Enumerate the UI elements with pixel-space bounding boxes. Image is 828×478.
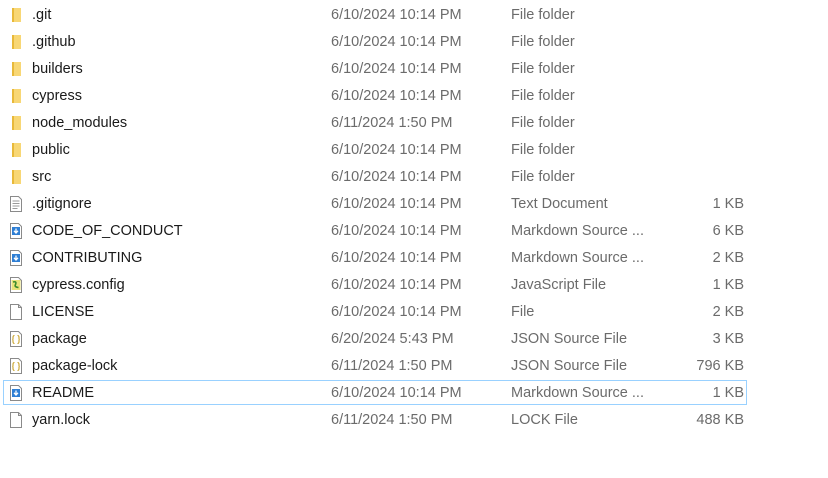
markdown-file-icon	[8, 249, 24, 267]
file-row[interactable]: .gitignore 6/10/2024 10:14 PM Text Documen…	[0, 191, 828, 218]
file-type: File	[511, 304, 535, 320]
folder-icon	[8, 87, 24, 105]
file-row[interactable]: cypress.config 6/10/2024 10:14 PM JavaScri…	[0, 272, 828, 299]
file-type: JSON Source File	[511, 358, 628, 374]
folder-icon	[8, 114, 24, 132]
file-date-modified: 6/10/2024 10:14 PM	[331, 7, 462, 23]
file-size	[660, 164, 744, 191]
file-size: 2 KB	[712, 304, 744, 320]
file-list: .git 6/10/2024 10:14 PM File folder .github…	[0, 2, 828, 434]
file-name: .gitignore	[32, 196, 92, 212]
file-row[interactable]: builders 6/10/2024 10:14 PM File folder	[0, 56, 828, 83]
file-name: CONTRIBUTING	[32, 250, 143, 266]
file-row[interactable]: .git 6/10/2024 10:14 PM File folder	[0, 2, 828, 29]
file-type: File folder	[511, 142, 575, 158]
file-date-modified: 6/10/2024 10:14 PM	[331, 277, 462, 293]
file-size: 3 KB	[712, 331, 744, 347]
file-type: File folder	[511, 34, 575, 50]
file-type: Markdown Source ...	[511, 250, 644, 266]
markdown-file-icon	[8, 384, 24, 402]
file-type: LOCK File	[511, 412, 578, 428]
file-row[interactable]: cypress 6/10/2024 10:14 PM File folder	[0, 83, 828, 110]
json-file-icon	[8, 357, 24, 375]
file-size	[660, 29, 744, 56]
file-size: 6 KB	[712, 223, 744, 239]
file-name: package	[32, 331, 87, 347]
file-size: 796 KB	[696, 358, 744, 374]
folder-icon	[8, 33, 24, 51]
file-row[interactable]: src 6/10/2024 10:14 PM File folder	[0, 164, 828, 191]
file-size	[660, 110, 744, 137]
folder-icon	[8, 141, 24, 159]
file-name: builders	[32, 61, 83, 77]
file-name: .git	[32, 7, 52, 23]
file-size: 1 KB	[712, 277, 744, 293]
file-type: Markdown Source ...	[511, 223, 644, 239]
file-name: LICENSE	[32, 304, 95, 320]
file-date-modified: 6/10/2024 10:14 PM	[331, 34, 462, 50]
file-size	[660, 56, 744, 83]
file-name: README	[32, 385, 95, 401]
file-name: CODE_OF_CONDUCT	[32, 223, 183, 239]
file-size: 488 KB	[696, 412, 744, 428]
file-date-modified: 6/10/2024 10:14 PM	[331, 61, 462, 77]
file-row[interactable]: .github 6/10/2024 10:14 PM File folder	[0, 29, 828, 56]
file-name: yarn.lock	[32, 412, 91, 428]
file-row[interactable]: node_modules 6/11/2024 1:50 PM File folder	[0, 110, 828, 137]
file-size	[660, 83, 744, 110]
folder-icon	[8, 6, 24, 24]
file-type: JavaScript File	[511, 277, 607, 293]
javascript-file-icon	[8, 276, 24, 294]
file-row[interactable]: CONTRIBUTING 6/10/2024 10:14 PM Markdown S…	[0, 245, 828, 272]
file-size: 2 KB	[712, 250, 744, 266]
blank-file-icon	[8, 303, 24, 321]
folder-icon	[8, 60, 24, 78]
file-size: 1 KB	[712, 196, 744, 212]
file-row[interactable]: LICENSE 6/10/2024 10:14 PM File 2 KB	[0, 299, 828, 326]
file-date-modified: 6/10/2024 10:14 PM	[331, 223, 462, 239]
text-document-icon	[8, 195, 24, 213]
file-row[interactable]: yarn.lock 6/11/2024 1:50 PM LOCK File 488 K…	[0, 407, 828, 434]
file-type: File folder	[511, 88, 575, 104]
file-date-modified: 6/10/2024 10:14 PM	[331, 304, 462, 320]
file-row[interactable]: package 6/20/2024 5:43 PM JSON Source File…	[0, 326, 828, 353]
file-date-modified: 6/20/2024 5:43 PM	[331, 331, 454, 347]
file-date-modified: 6/11/2024 1:50 PM	[331, 358, 453, 374]
file-name: package-lock	[32, 358, 118, 374]
file-type: File folder	[511, 169, 575, 185]
file-row[interactable]: CODE_OF_CONDUCT 6/10/2024 10:14 PM Markdow…	[0, 218, 828, 245]
file-row[interactable]: README 6/10/2024 10:14 PM Markdown Source …	[0, 380, 828, 407]
file-name: src	[32, 169, 52, 185]
file-name: cypress.config	[32, 277, 125, 293]
file-name: cypress	[32, 88, 82, 104]
file-row[interactable]: public 6/10/2024 10:14 PM File folder	[0, 137, 828, 164]
file-name: node_modules	[32, 115, 128, 131]
json-file-icon	[8, 330, 24, 348]
file-date-modified: 6/10/2024 10:14 PM	[331, 142, 462, 158]
file-name: public	[32, 142, 70, 158]
file-name: .github	[32, 34, 76, 50]
file-date-modified: 6/11/2024 1:50 PM	[331, 115, 453, 131]
file-row[interactable]: package-lock 6/11/2024 1:50 PM JSON Source…	[0, 353, 828, 380]
file-size: 1 KB	[712, 385, 744, 401]
file-type: File folder	[511, 7, 575, 23]
file-type: Text Document	[511, 196, 608, 212]
file-type: File folder	[511, 61, 575, 77]
file-type: JSON Source File	[511, 331, 628, 347]
file-size	[660, 2, 744, 29]
file-date-modified: 6/10/2024 10:14 PM	[331, 88, 462, 104]
file-date-modified: 6/10/2024 10:14 PM	[331, 250, 462, 266]
file-type: File folder	[511, 115, 575, 131]
file-date-modified: 6/11/2024 1:50 PM	[331, 412, 453, 428]
file-date-modified: 6/10/2024 10:14 PM	[331, 169, 462, 185]
file-size	[660, 137, 744, 164]
markdown-file-icon	[8, 222, 24, 240]
file-date-modified: 6/10/2024 10:14 PM	[331, 385, 462, 401]
blank-file-icon	[8, 411, 24, 429]
folder-icon	[8, 168, 24, 186]
file-type: Markdown Source ...	[511, 385, 644, 401]
file-date-modified: 6/10/2024 10:14 PM	[331, 196, 462, 212]
